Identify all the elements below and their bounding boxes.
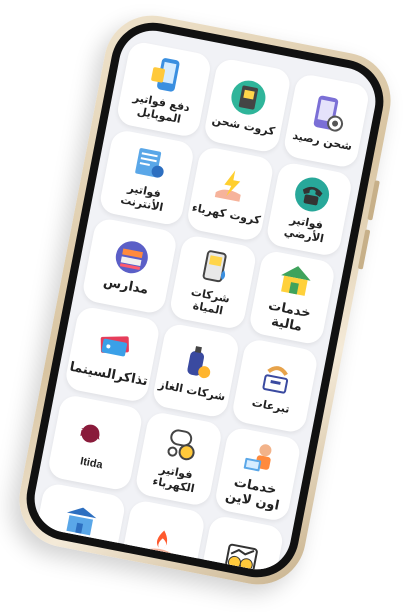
itida-logo-text: itida — [79, 426, 102, 442]
service-tile-itida[interactable]: itida Itida — [46, 393, 145, 492]
service-tile-cinema-tickets[interactable]: تذاكرالسينما — [63, 305, 162, 404]
phone-recharge-icon — [306, 90, 351, 135]
landline-phone-icon — [290, 173, 335, 218]
money-home-icon — [273, 259, 318, 304]
service-label: تذاكرالسينما — [68, 359, 150, 389]
service-tile-mobile-bills[interactable]: دفع فواتير الموبايل — [115, 40, 213, 139]
service-tile-universities[interactable]: جامعات — [29, 481, 128, 576]
service-label: فواتير الأرضي — [283, 213, 325, 246]
service-label — [156, 567, 160, 568]
service-label: فواتير الكهرباء — [151, 462, 196, 496]
service-tile-financial-services[interactable]: خدمات مالية — [247, 249, 337, 346]
service-tile-online-services[interactable]: خدمات اون لاين — [213, 425, 303, 523]
service-tile-balance-recharge[interactable]: شحن رصيد — [281, 72, 371, 170]
service-label: خدمات مالية — [267, 298, 312, 335]
donation-box-icon — [254, 355, 299, 400]
service-label: كروت كهرباء — [191, 200, 262, 227]
internet-bill-icon — [127, 141, 172, 186]
electric-meter-icon — [159, 422, 204, 467]
electricity-card-icon — [209, 163, 254, 208]
mobile-bill-icon — [145, 53, 190, 98]
service-tile-schools[interactable]: مدارس — [80, 216, 179, 316]
service-label: خدمات اون لاين — [224, 475, 281, 514]
service-tile-electricity-bills[interactable]: فواتير الكهرباء — [134, 410, 224, 508]
cinema-ticket-icon — [92, 323, 137, 368]
phone-mockup: شحن رصيد كروت شحن دفع فواتير الموبايل فو… — [11, 7, 399, 593]
school-icon — [109, 234, 154, 279]
sim-card-icon — [227, 75, 272, 120]
service-tile-recharge-cards[interactable]: كروت شحن — [202, 57, 292, 154]
service-tile-electricity-cards[interactable]: كروت كهرباء — [185, 145, 275, 243]
services-grid: شحن رصيد كروت شحن دفع فواتير الموبايل فو… — [29, 40, 371, 576]
service-label: دفع فواتير الموبايل — [131, 91, 191, 126]
service-label: شركات المياة — [189, 285, 231, 318]
service-tile-gas-companies[interactable]: شركات الغاز — [151, 322, 241, 419]
service-label: شحن رصيد — [291, 128, 354, 153]
service-label: Itida — [79, 454, 104, 472]
service-tile-water-companies[interactable]: شركات المياة — [168, 233, 258, 331]
gas-cylinder-icon — [175, 340, 220, 385]
service-tile-donations[interactable]: تبرعات — [230, 337, 320, 435]
itida-logo-icon: itida — [75, 412, 120, 457]
service-label: تبرعات — [250, 395, 291, 416]
service-label: فواتير الأنترنت — [119, 181, 165, 215]
service-label: كروت شحن — [211, 112, 276, 138]
water-meter-icon — [194, 246, 239, 291]
online-services-icon — [239, 435, 284, 480]
service-tile-landline-bills[interactable]: فواتير الأرضي — [264, 160, 354, 258]
service-tile-internet-bills[interactable]: فواتير الأنترنت — [98, 128, 196, 227]
app-screen: شحن رصيد كروت شحن دفع فواتير الموبايل فو… — [28, 24, 382, 576]
service-label: شركات الغاز — [157, 377, 227, 404]
